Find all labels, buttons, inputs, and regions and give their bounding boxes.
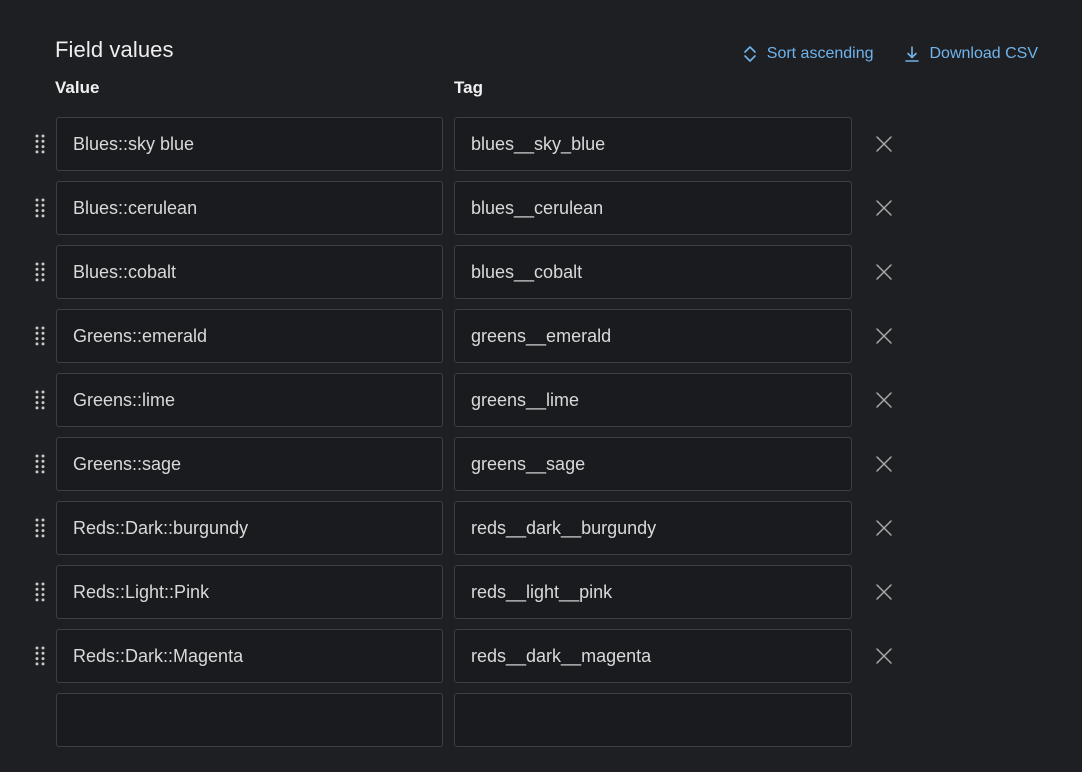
page-title: Field values <box>55 37 174 62</box>
value-input[interactable]: Blues::sky blue <box>56 117 443 171</box>
tag-input[interactable]: blues__cobalt <box>454 245 852 299</box>
download-csv-button[interactable]: Download CSV <box>904 43 1039 65</box>
close-icon[interactable] <box>874 518 894 538</box>
tag-input[interactable]: greens__sage <box>454 437 852 491</box>
value-input[interactable]: Greens::emerald <box>56 309 443 363</box>
header-actions: Sort ascending Download CSV <box>743 43 1038 65</box>
drag-handle-icon[interactable] <box>34 582 46 602</box>
field-value-row: Greens::emerald greens__emerald <box>0 309 1082 363</box>
field-values-list: Blues::sky blue blues__sky_blue Blues::cer… <box>0 117 1082 747</box>
value-input[interactable]: Reds::Light::Pink <box>56 565 443 619</box>
field-value-row: Blues::cerulean blues__cerulean <box>0 181 1082 235</box>
download-csv-label: Download CSV <box>929 45 1039 62</box>
field-values-panel: Field values Sort ascending Download CSV <box>0 0 1082 772</box>
field-value-row: Reds::Dark::burgundy reds__dark__burgundy <box>0 501 1082 555</box>
field-value-row: Greens::lime greens__lime <box>0 373 1082 427</box>
field-value-row: Blues::cobalt blues__cobalt <box>0 245 1082 299</box>
close-icon[interactable] <box>874 326 894 346</box>
tag-input[interactable]: reds__light__pink <box>454 565 852 619</box>
value-input[interactable]: Greens::sage <box>56 437 443 491</box>
drag-handle-icon[interactable] <box>34 134 46 154</box>
close-icon[interactable] <box>874 646 894 666</box>
download-icon <box>904 45 920 63</box>
field-value-row: Blues::sky blue blues__sky_blue <box>0 117 1082 171</box>
new-value-input[interactable] <box>56 693 443 747</box>
drag-handle-icon[interactable] <box>34 326 46 346</box>
field-value-row: Reds::Dark::Magenta reds__dark__magenta <box>0 629 1082 683</box>
tag-input[interactable]: reds__dark__magenta <box>454 629 852 683</box>
drag-handle-icon[interactable] <box>34 262 46 282</box>
value-input[interactable]: Blues::cobalt <box>56 245 443 299</box>
tag-input[interactable]: greens__emerald <box>454 309 852 363</box>
value-input[interactable]: Greens::lime <box>56 373 443 427</box>
tag-input[interactable]: blues__cerulean <box>454 181 852 235</box>
value-input[interactable]: Blues::cerulean <box>56 181 443 235</box>
close-icon[interactable] <box>874 262 894 282</box>
drag-handle-icon[interactable] <box>34 390 46 410</box>
close-icon[interactable] <box>874 582 894 602</box>
field-value-row: Greens::sage greens__sage <box>0 437 1082 491</box>
new-tag-input[interactable] <box>454 693 852 747</box>
drag-handle-icon[interactable] <box>34 454 46 474</box>
tag-input[interactable]: greens__lime <box>454 373 852 427</box>
field-value-row: Reds::Light::Pink reds__light__pink <box>0 565 1082 619</box>
tag-input[interactable]: blues__sky_blue <box>454 117 852 171</box>
drag-handle-icon[interactable] <box>34 198 46 218</box>
close-icon[interactable] <box>874 134 894 154</box>
close-icon[interactable] <box>874 198 894 218</box>
drag-handle-icon[interactable] <box>34 518 46 538</box>
value-input[interactable]: Reds::Dark::burgundy <box>56 501 443 555</box>
new-value-row <box>0 693 1082 747</box>
chevron-up-down-icon <box>743 45 757 63</box>
close-icon[interactable] <box>874 454 894 474</box>
value-input[interactable]: Reds::Dark::Magenta <box>56 629 443 683</box>
close-icon[interactable] <box>874 390 894 410</box>
value-column-header: Value <box>55 78 100 97</box>
sort-ascending-button[interactable]: Sort ascending <box>743 43 874 65</box>
sort-ascending-label: Sort ascending <box>766 45 874 62</box>
tag-column-header: Tag <box>454 78 483 97</box>
drag-handle-icon[interactable] <box>34 646 46 666</box>
tag-input[interactable]: reds__dark__burgundy <box>454 501 852 555</box>
